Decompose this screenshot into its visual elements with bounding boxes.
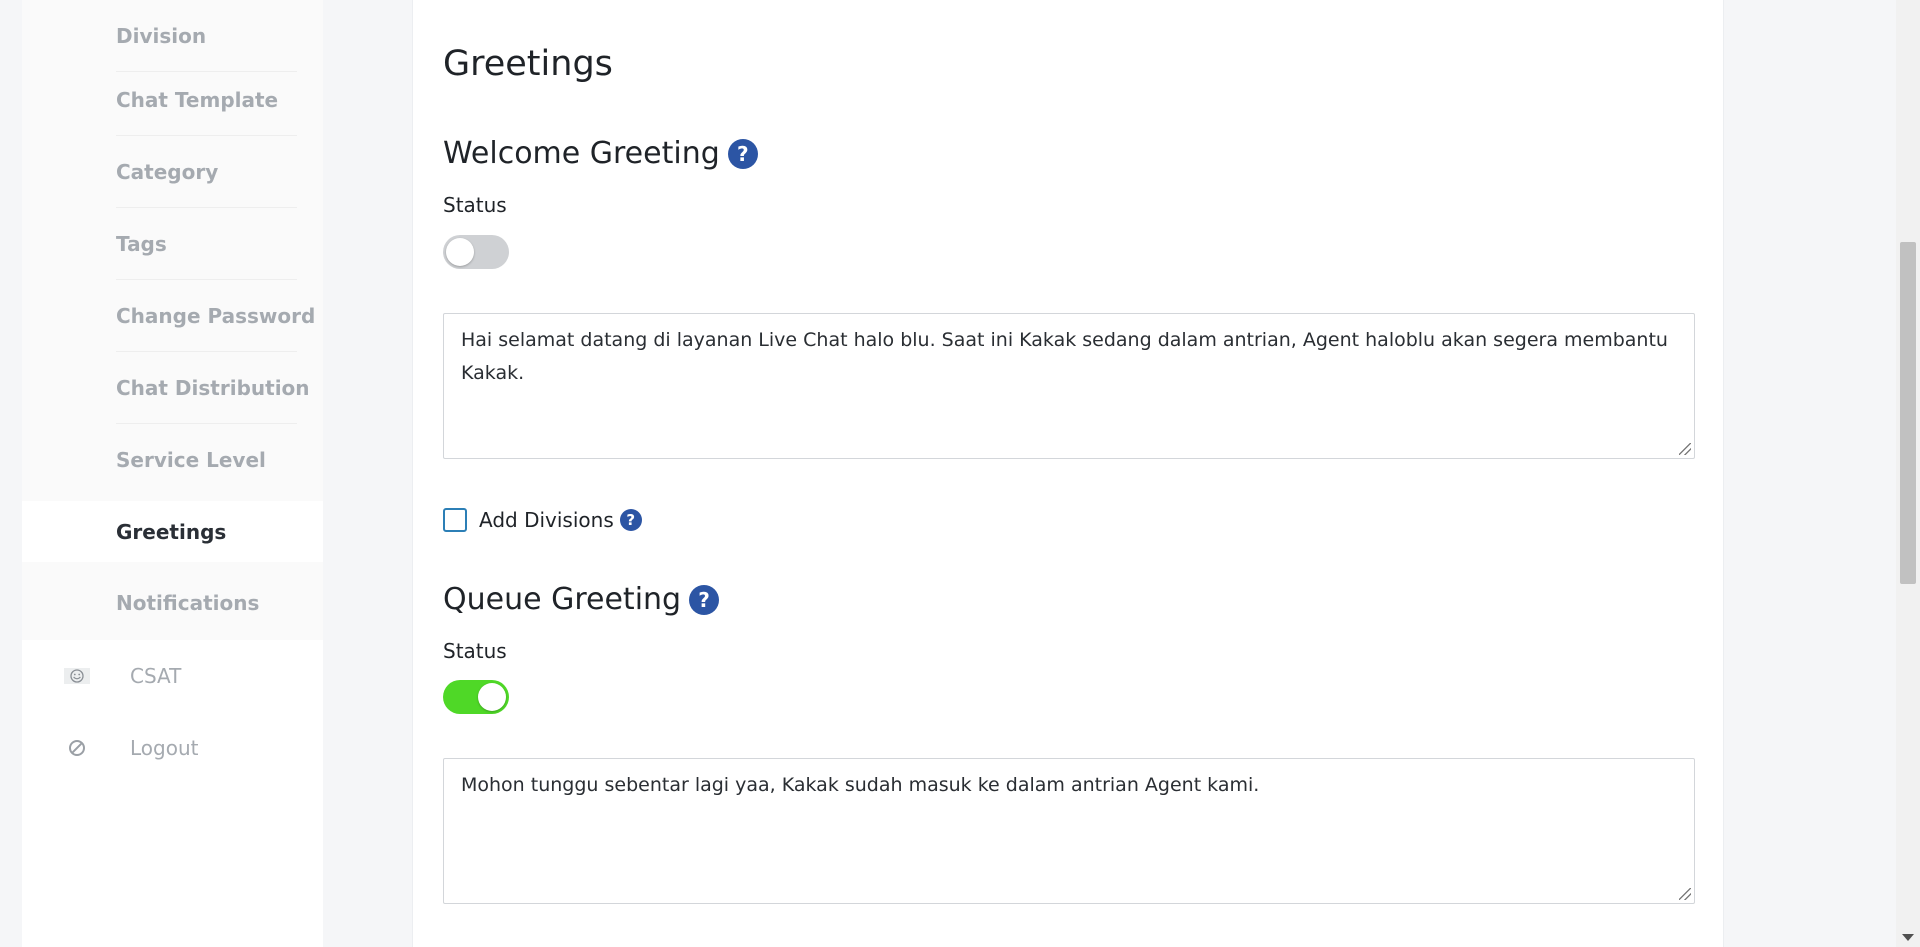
sidebar-item-label: Chat Template (116, 88, 279, 112)
sidebar-item-tags[interactable]: Tags (22, 208, 323, 280)
queue-greeting-heading: Queue Greeting ? (443, 582, 720, 617)
sidebar-item-label: Notifications (116, 591, 260, 615)
help-icon[interactable]: ? (727, 138, 758, 169)
page-scrollbar[interactable] (1896, 0, 1920, 947)
sidebar-item-chat-distribution[interactable]: Chat Distribution (22, 352, 323, 424)
sidebar-item-service-level[interactable]: Service Level (22, 424, 323, 496)
queue-message-text: Mohon tunggu sebentar lagi yaa, Kakak su… (461, 774, 1260, 796)
sidebar-item-greetings[interactable]: Greetings (22, 501, 323, 562)
sidebar-item-notifications[interactable]: Notifications (22, 567, 323, 639)
sidebar-item-label: Chat Distribution (116, 376, 310, 400)
sidebar-item-csat[interactable]: CSAT (22, 640, 323, 712)
toggle-knob (446, 238, 474, 266)
sidebar-item-category[interactable]: Category (22, 136, 323, 208)
welcome-greeting-title: Welcome Greeting (443, 136, 720, 171)
queue-greeting-title: Queue Greeting (443, 582, 682, 617)
sidebar-item-change-password[interactable]: Change Password (22, 280, 323, 352)
queue-message-textarea[interactable]: Mohon tunggu sebentar lagi yaa, Kakak su… (443, 758, 1695, 904)
welcome-message-text: Hai selamat datang di layanan Live Chat … (461, 329, 1668, 384)
sidebar-item-chat-template[interactable]: Chat Template (22, 64, 323, 136)
welcome-message-textarea[interactable]: Hai selamat datang di layanan Live Chat … (443, 313, 1695, 459)
help-icon[interactable]: ? (619, 509, 642, 531)
sidebar-item-label: Division (116, 24, 207, 48)
smile-icon (62, 667, 92, 685)
add-divisions-row: Add Divisions ? (443, 508, 642, 532)
sidebar-item-label: Greetings (116, 519, 227, 544)
greetings-card: Greetings Welcome Greeting ? Status Hai … (412, 0, 1724, 947)
logout-icon (62, 739, 92, 757)
add-divisions-label: Add Divisions (479, 508, 614, 532)
page-title: Greetings (443, 44, 613, 84)
sidebar-item-label: Change Password (116, 304, 316, 328)
add-divisions-checkbox[interactable] (443, 508, 467, 532)
sidebar: Division Chat Template Category Tags Cha… (22, 0, 323, 947)
resize-handle[interactable] (1679, 888, 1691, 900)
queue-status-toggle[interactable] (443, 680, 509, 714)
toggle-knob (478, 683, 506, 711)
queue-status-label: Status (443, 639, 507, 663)
welcome-status-toggle[interactable] (443, 235, 509, 269)
sidebar-item-label: Tags (116, 232, 167, 256)
sidebar-item-label: CSAT (130, 664, 182, 688)
sidebar-item-label: Logout (130, 736, 199, 760)
sidebar-item-label: Service Level (116, 448, 266, 472)
sidebar-item-label: Category (116, 160, 219, 184)
welcome-status-label: Status (443, 193, 507, 217)
welcome-greeting-heading: Welcome Greeting ? (443, 136, 758, 171)
sidebar-item-division[interactable]: Division (22, 0, 323, 72)
sidebar-item-logout[interactable]: Logout (22, 712, 323, 784)
resize-handle[interactable] (1679, 443, 1691, 455)
settings-submenu: Division Chat Template Category Tags Cha… (22, 0, 323, 640)
scrollbar-thumb[interactable] (1900, 242, 1916, 584)
help-icon[interactable]: ? (689, 584, 720, 615)
scroll-down-icon[interactable] (1902, 934, 1914, 941)
